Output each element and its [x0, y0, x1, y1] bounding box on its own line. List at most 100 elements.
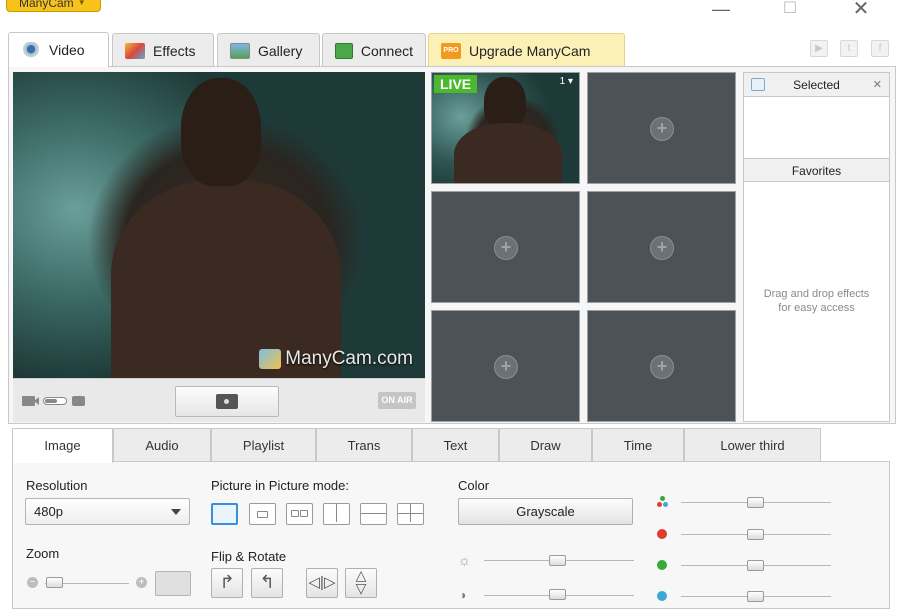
- flip-vertical-button[interactable]: △ ▽: [345, 568, 377, 598]
- pip-mode-corner[interactable]: [249, 503, 276, 525]
- tab-label: Gallery: [258, 42, 303, 59]
- blue-slider-thumb[interactable]: [747, 591, 764, 602]
- close-button[interactable]: ✕: [845, 0, 877, 20]
- flip-rotate-label: Flip & Rotate: [211, 549, 287, 564]
- hint-line: for easy access: [778, 302, 855, 314]
- tab-draw[interactable]: Draw: [499, 428, 592, 462]
- close-icon[interactable]: ✕: [873, 73, 882, 97]
- resolution-value: 480p: [34, 504, 63, 519]
- eye-icon[interactable]: [751, 78, 765, 91]
- rotate-right-button[interactable]: ↱: [211, 568, 243, 598]
- pip-mode-quad[interactable]: [397, 503, 424, 525]
- app-menu-button[interactable]: ManyCam ▼: [6, 0, 101, 12]
- pip-mode-horizontal-split[interactable]: [360, 503, 387, 525]
- zoom-preview-box[interactable]: [155, 571, 191, 596]
- zoom-out-icon[interactable]: −: [27, 577, 38, 588]
- resolution-select[interactable]: 480p: [25, 498, 190, 525]
- tab-gallery[interactable]: Gallery: [217, 33, 320, 67]
- favorites-title: Favorites: [791, 164, 842, 178]
- manycam-logo-icon: [259, 349, 282, 369]
- source-slot-empty[interactable]: +: [587, 191, 736, 303]
- source-slot-empty[interactable]: +: [587, 72, 736, 184]
- on-air-badge[interactable]: ON AIR: [378, 392, 416, 409]
- pip-mode-off[interactable]: [211, 503, 238, 525]
- tab-effects[interactable]: Effects: [112, 33, 214, 67]
- twitter-icon[interactable]: t: [840, 40, 858, 57]
- maximize-icon: ☐: [782, 0, 798, 17]
- tab-lower-third[interactable]: Lower third: [684, 428, 821, 462]
- tab-text[interactable]: Text: [412, 428, 499, 462]
- tab-trans[interactable]: Trans: [316, 428, 412, 462]
- add-source-icon[interactable]: +: [494, 355, 518, 379]
- zoom-in-icon[interactable]: +: [136, 577, 147, 588]
- selected-title: Selected: [793, 78, 840, 92]
- effects-icon: [125, 42, 145, 59]
- photo-mode-icon[interactable]: [72, 396, 85, 406]
- source-slot-empty[interactable]: +: [431, 191, 580, 303]
- tab-connect[interactable]: Connect: [322, 33, 426, 67]
- tab-upgrade[interactable]: PRO Upgrade ManyCam: [428, 33, 625, 67]
- add-source-icon[interactable]: +: [494, 236, 518, 260]
- live-badge: LIVE: [434, 75, 478, 93]
- camera-icon: [216, 394, 238, 409]
- close-icon: ✕: [852, 0, 870, 20]
- mode-toggle[interactable]: [43, 397, 67, 405]
- flip-horizontal-icon: ◁|▷: [308, 574, 336, 591]
- selected-header: Selected ✕: [744, 73, 889, 97]
- maximize-button[interactable]: ☐: [774, 0, 806, 20]
- contrast-slider-thumb[interactable]: [549, 589, 566, 600]
- source-index-dropdown[interactable]: 1 ▾: [560, 76, 573, 87]
- tab-image[interactable]: Image: [12, 428, 113, 463]
- rotate-right-icon: ↱: [219, 572, 235, 592]
- tab-label: Upgrade ManyCam: [469, 42, 591, 59]
- tab-playlist[interactable]: Playlist: [211, 428, 316, 462]
- brightness-icon: ☼: [458, 552, 471, 568]
- zoom-label: Zoom: [26, 546, 60, 561]
- tab-time[interactable]: Time: [592, 428, 684, 462]
- drag-drop-hint: Drag and drop effects for easy access: [744, 287, 889, 315]
- pip-mode-side-by-side-small[interactable]: [286, 503, 313, 525]
- pip-label: Picture in Picture mode:: [211, 478, 350, 493]
- video-subject-head: [181, 78, 261, 186]
- tab-audio[interactable]: Audio: [113, 428, 211, 462]
- tab-label: Video: [49, 42, 85, 58]
- red-slider-thumb[interactable]: [747, 529, 764, 540]
- green-channel-icon: [657, 560, 667, 570]
- pip-mode-vertical-split[interactable]: [323, 503, 350, 525]
- add-source-icon[interactable]: +: [650, 117, 674, 141]
- effects-side-panel: Selected ✕ Favorites Drag and drop effec…: [743, 72, 890, 422]
- minimize-icon: —: [712, 0, 730, 19]
- brightness-slider-thumb[interactable]: [549, 555, 566, 566]
- add-source-icon[interactable]: +: [650, 355, 674, 379]
- minimize-button[interactable]: —: [705, 0, 737, 20]
- connect-icon: [335, 42, 353, 59]
- add-source-icon[interactable]: +: [650, 236, 674, 260]
- favorites-header: Favorites: [744, 158, 889, 182]
- red-channel-icon: [657, 529, 667, 539]
- facebook-icon[interactable]: f: [871, 40, 889, 57]
- green-slider-thumb[interactable]: [747, 560, 764, 571]
- zoom-slider-thumb[interactable]: [46, 577, 63, 588]
- flip-vertical-icon: △ ▽: [355, 567, 367, 596]
- rgb-saturation-icon: [657, 496, 669, 508]
- youtube-icon[interactable]: ▶: [810, 40, 828, 57]
- contrast-icon: ◑: [459, 588, 467, 602]
- video-preview: ManyCam.com: [13, 72, 425, 378]
- rotate-left-button[interactable]: ↰: [251, 568, 283, 598]
- snapshot-button[interactable]: [175, 386, 279, 417]
- resolution-label: Resolution: [26, 478, 88, 493]
- pro-badge-icon: PRO: [441, 42, 461, 59]
- grayscale-button[interactable]: Grayscale: [458, 498, 633, 525]
- tab-video[interactable]: Video: [8, 32, 109, 67]
- video-subject: [454, 123, 562, 183]
- watermark: ManyCam.com: [259, 348, 413, 370]
- chevron-down-icon: ▼: [77, 0, 86, 7]
- blue-channel-icon: [657, 591, 667, 601]
- source-slot-empty[interactable]: +: [587, 310, 736, 422]
- app-name: ManyCam: [19, 0, 74, 10]
- flip-horizontal-button[interactable]: ◁|▷: [306, 568, 338, 598]
- saturation-slider-thumb[interactable]: [747, 497, 764, 508]
- source-slot-empty[interactable]: +: [431, 310, 580, 422]
- source-slot-live[interactable]: LIVE 1 ▾: [431, 72, 580, 184]
- watermark-text: ManyCam.com: [285, 348, 413, 369]
